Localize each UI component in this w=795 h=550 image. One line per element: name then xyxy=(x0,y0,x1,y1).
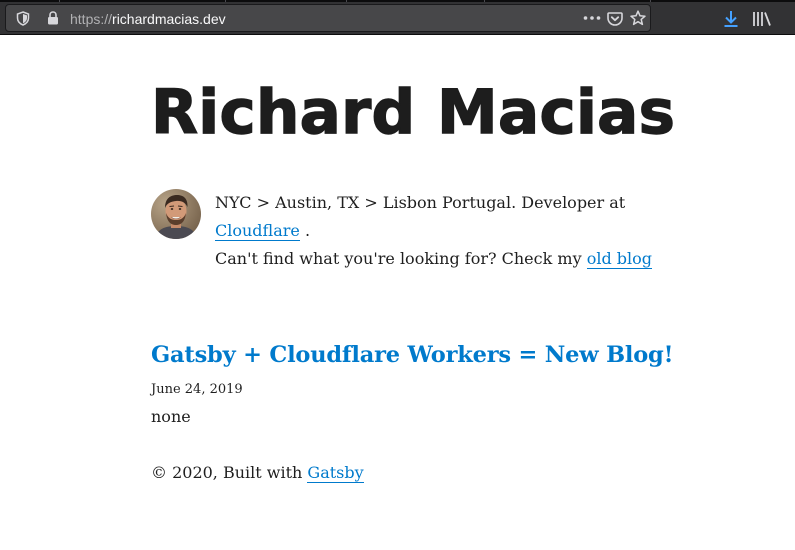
bio-text: NYC > Austin, TX > Lisbon Portugal. Deve… xyxy=(215,189,711,273)
post-date: June 24, 2019 xyxy=(151,382,243,397)
bio-intro: NYC > Austin, TX > Lisbon Portugal. Deve… xyxy=(215,193,626,212)
star-icon[interactable] xyxy=(630,10,646,26)
download-icon[interactable] xyxy=(722,10,740,28)
post-title-link[interactable]: Gatsby + Cloudflare Workers = New Blog! xyxy=(151,342,673,368)
old-blog-link[interactable]: old blog xyxy=(587,249,652,268)
bio-old-blog-text: Can't find what you're looking for? Chec… xyxy=(215,249,587,268)
browser-toolbar: https://richardmacias.dev xyxy=(0,2,795,35)
lock-icon[interactable] xyxy=(45,10,61,26)
shield-icon[interactable] xyxy=(15,10,31,26)
url-text[interactable]: https://richardmacias.dev xyxy=(70,11,226,27)
url-bar[interactable]: https://richardmacias.dev xyxy=(5,4,651,32)
bio: NYC > Austin, TX > Lisbon Portugal. Deve… xyxy=(151,189,711,273)
library-icon[interactable] xyxy=(752,10,772,28)
cloudflare-link[interactable]: Cloudflare xyxy=(215,221,300,240)
pocket-icon[interactable] xyxy=(607,10,623,26)
ellipsis-icon[interactable] xyxy=(583,10,601,26)
url-scheme: https:// xyxy=(70,11,113,27)
footer-text: © 2020, Built with xyxy=(151,463,308,482)
avatar xyxy=(151,189,201,239)
url-host: richardmacias.dev xyxy=(112,11,226,27)
bio-period: . xyxy=(299,221,311,240)
gatsby-link[interactable]: Gatsby xyxy=(307,463,363,482)
post-excerpt: none xyxy=(151,407,191,426)
site-title[interactable]: Richard Macias xyxy=(150,77,675,148)
footer: © 2020, Built with Gatsby xyxy=(151,461,364,485)
post-title[interactable]: Gatsby + Cloudflare Workers = New Blog! xyxy=(151,340,673,370)
